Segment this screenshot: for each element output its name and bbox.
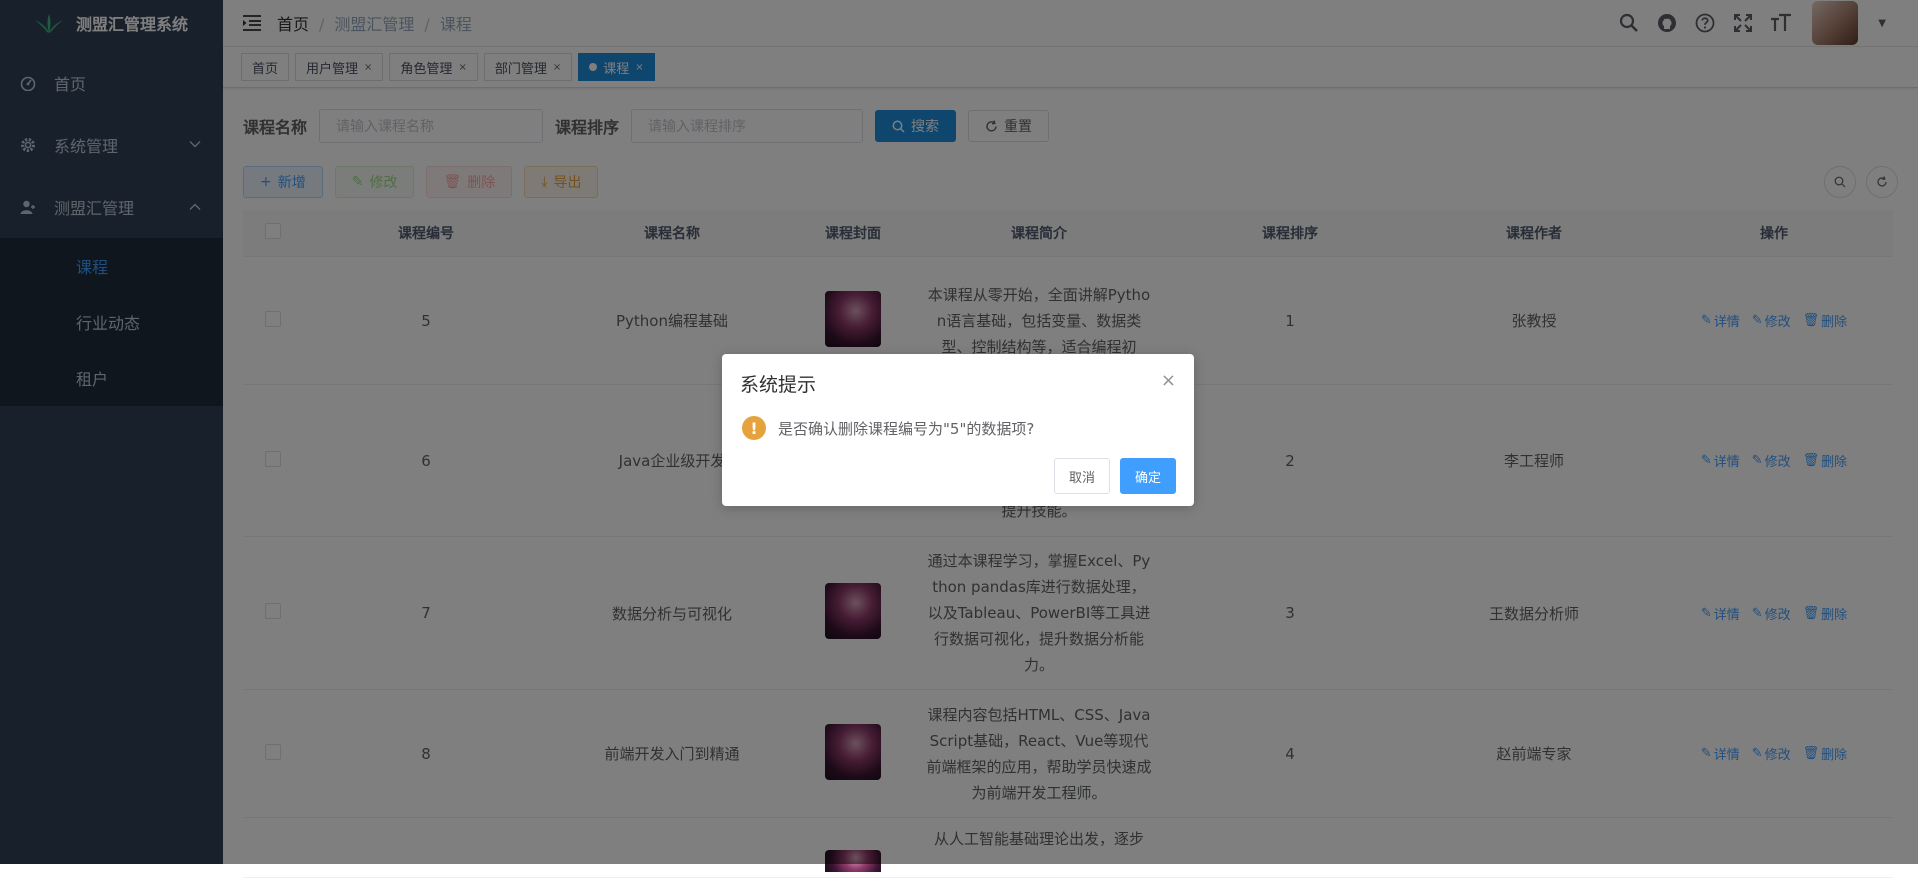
dialog-footer: 取消 确定 [1053,458,1176,494]
dialog-title: 系统提示 [740,374,817,396]
dialog-message: 是否确认删除课程编号为"5"的数据项? [778,419,1035,438]
cancel-button[interactable]: 取消 [1053,458,1110,494]
confirm-button[interactable]: 确定 [1119,458,1176,494]
confirm-dialog: 系统提示 × ! 是否确认删除课程编号为"5"的数据项? 取消 确定 [722,354,1194,506]
close-icon[interactable]: × [1161,370,1176,391]
warning-icon: ! [742,416,766,440]
dialog-body: ! 是否确认删除课程编号为"5"的数据项? [742,416,1034,440]
